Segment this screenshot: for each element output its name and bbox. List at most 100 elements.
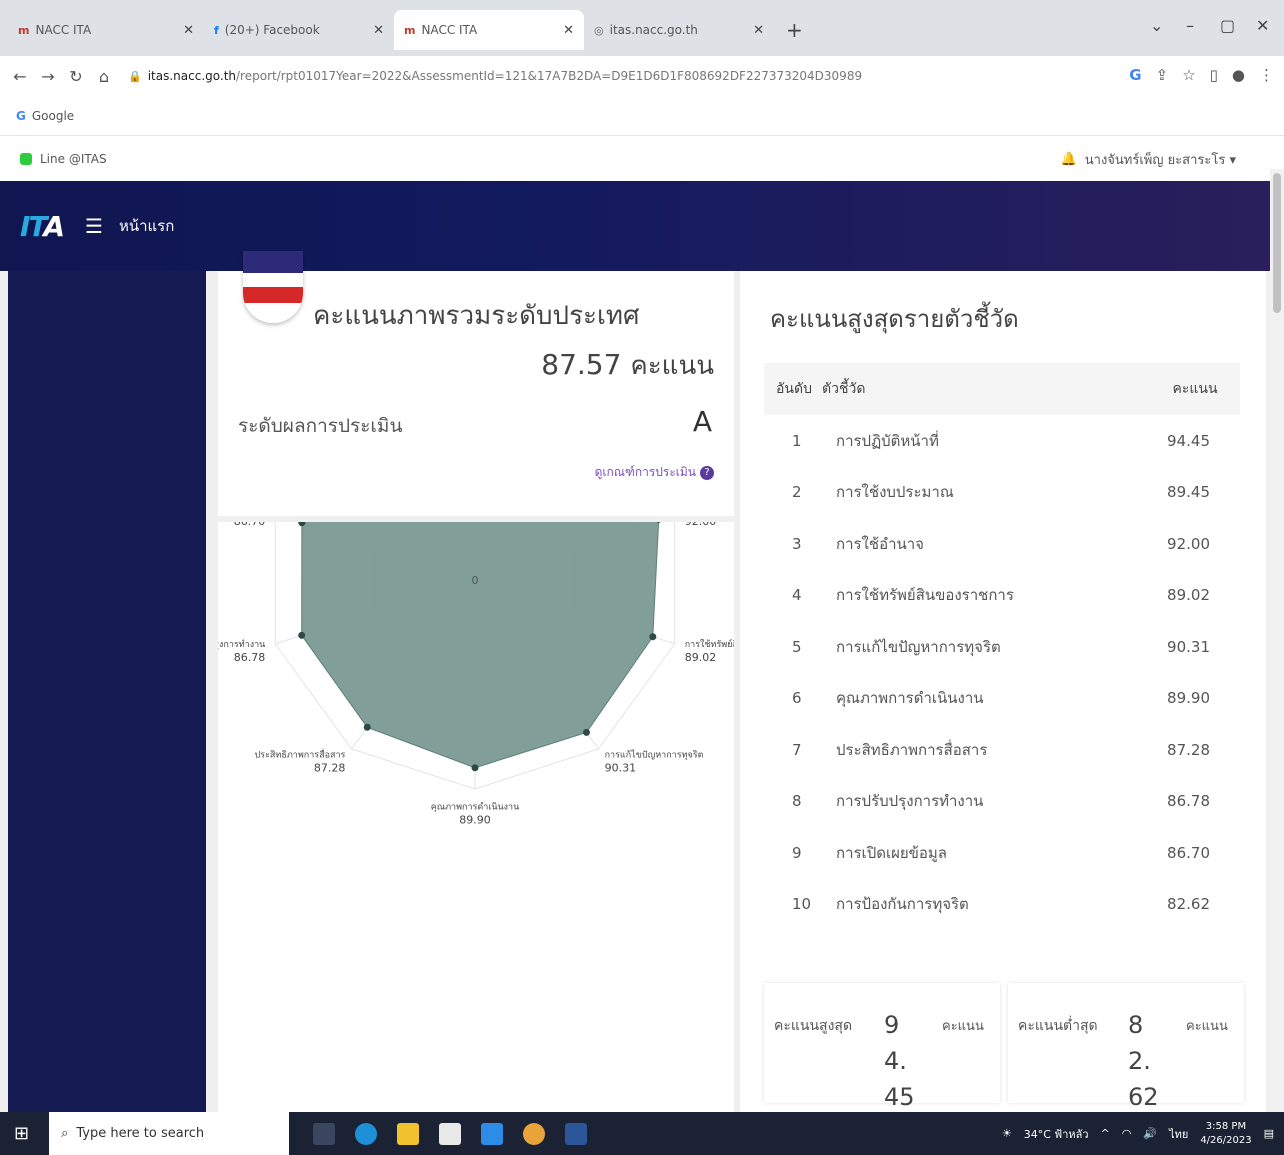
rank-cell: 7 [792, 740, 802, 759]
score-cell: 86.70 [1167, 843, 1210, 862]
help-icon: ? [700, 465, 714, 480]
close-tab-icon[interactable]: ✕ [183, 23, 194, 38]
windows-taskbar: ⊞ ⌕ Type here to search ☀ 34°C ฟ้าหลัว ^… [0, 1112, 1284, 1155]
radar-axis-value: 87.28 [314, 761, 346, 774]
close-window-button[interactable]: ✕ [1256, 16, 1269, 35]
table-row: 4 การใช้ทรัพย์สินของราชการ 89.02 [764, 570, 1240, 622]
menu-kebab-icon[interactable]: ⋮ [1259, 66, 1274, 84]
table-row: 2 การใช้งบประมาณ 89.45 [764, 467, 1240, 519]
close-tab-icon[interactable]: ✕ [373, 23, 384, 38]
line-label: Line @ITAS [40, 152, 107, 166]
radar-point[interactable] [471, 764, 479, 772]
tab-title: itas.nacc.go.th [609, 23, 698, 37]
close-tab-icon[interactable]: ✕ [563, 23, 574, 38]
tray-chevron-icon[interactable]: ^ [1101, 1127, 1110, 1140]
back-icon[interactable]: ← [12, 67, 28, 86]
hamburger-menu-icon[interactable]: ☰ [85, 214, 103, 238]
browser-tab-2[interactable]: f (20+) Facebook ✕ [204, 10, 394, 50]
mail-icon[interactable] [481, 1122, 504, 1145]
tab-search-icon[interactable]: ⌄ [1150, 16, 1163, 35]
rank-cell: 8 [792, 792, 802, 811]
sidepanel-icon[interactable]: ▯ [1210, 66, 1218, 84]
score-cell: 90.31 [1167, 637, 1210, 656]
radar-point[interactable] [649, 633, 657, 641]
new-tab-button[interactable]: + [786, 18, 803, 42]
table-row: 10 การป้องกันการทุจริต 82.62 [764, 879, 1240, 931]
min-score-label: คะแนนต่ำสุด [1018, 1018, 1098, 1034]
lock-icon: 🔒 [128, 69, 142, 83]
itas-logo[interactable]: ITA [20, 210, 65, 243]
radar-tick-label: 0 [472, 574, 479, 587]
home-icon[interactable]: ⌂ [96, 67, 112, 86]
indicator-cell: การใช้ทรัพย์สินของราชการ [836, 586, 1014, 605]
radar-axis-value: 92.00 [685, 522, 717, 528]
wifi-icon[interactable]: ◠ [1122, 1127, 1132, 1140]
score-cell: 94.45 [1167, 431, 1210, 450]
radar-point[interactable] [582, 728, 590, 736]
radar-point[interactable] [298, 631, 306, 639]
edge-icon[interactable] [355, 1122, 378, 1145]
scrollbar-thumb[interactable] [1273, 173, 1281, 313]
page-scrollbar[interactable] [1270, 169, 1284, 1112]
tab-title: (20+) Facebook [224, 23, 320, 37]
header-name: ตัวชี้วัด [822, 381, 866, 397]
browser-tab-4[interactable]: ◎ itas.nacc.go.th ✕ [584, 10, 774, 50]
bookmarks-bar: G Google [0, 96, 1284, 136]
minimize-button[interactable]: – [1186, 16, 1194, 35]
clock[interactable]: 3:58 PM 4/26/2023 [1200, 1120, 1251, 1148]
bookmark-google[interactable]: Google [32, 109, 74, 123]
url-field[interactable]: 🔒 itas.nacc.go.th /report/rpt01017Year=2… [128, 69, 862, 83]
indicator-cell: ประสิทธิภาพการสื่อสาร [836, 740, 988, 759]
profile-icon[interactable]: ● [1232, 66, 1245, 84]
rank-cell: 6 [792, 689, 802, 708]
maximize-button[interactable]: ▢ [1220, 16, 1235, 35]
reload-icon[interactable]: ↻ [68, 67, 84, 86]
table-header: อันดับ ตัวชี้วัด คะแนน [764, 363, 1240, 415]
taskbar-search[interactable]: ⌕ Type here to search [49, 1112, 290, 1155]
notification-icon[interactable]: ▤ [1264, 1127, 1274, 1140]
radar-point[interactable] [363, 723, 371, 731]
file-explorer-icon[interactable] [397, 1122, 420, 1145]
store-icon[interactable] [439, 1122, 462, 1145]
weather-text[interactable]: 34°C ฟ้าหลัว [1024, 1125, 1089, 1143]
browser-tab-3-active[interactable]: m NACC ITA ✕ [394, 10, 584, 50]
task-view-icon[interactable] [313, 1122, 336, 1145]
radar-axis-value: 86.78 [234, 651, 266, 664]
share-icon[interactable]: ⇪ [1156, 66, 1169, 84]
browser-tab-1[interactable]: m NACC ITA ✕ [8, 10, 204, 50]
criteria-link[interactable]: ดูเกณฑ์การประเมิน ? [595, 463, 714, 482]
header-score: คะแนน [1172, 381, 1218, 397]
word-icon[interactable] [565, 1122, 588, 1145]
summary-card: คะแนนภาพรวมระดับประเทศ 87.57 คะแนน ระดับ… [218, 251, 734, 516]
user-menu[interactable]: 🔔 นางจันทร์เพ็ญ ยะสาระโร ▾ [1061, 149, 1236, 170]
windows-start-icon[interactable]: ⊞ [14, 1123, 29, 1144]
lang-indicator[interactable]: ไทย [1169, 1125, 1188, 1143]
indicator-cell: การเปิดเผยข้อมูล [836, 843, 947, 862]
line-link[interactable]: Line @ITAS [20, 152, 107, 166]
address-bar: ← → ↻ ⌂ 🔒 itas.nacc.go.th /report/rpt010… [0, 56, 1284, 96]
google-icon[interactable]: G [1129, 66, 1141, 84]
chrome-icon[interactable] [523, 1122, 546, 1145]
weather-icon[interactable]: ☀ [1002, 1127, 1012, 1140]
radar-axis-label: การปรับปรุงการทำงาน [218, 639, 265, 650]
bookmark-star-icon[interactable]: ☆ [1182, 66, 1195, 84]
close-tab-icon[interactable]: ✕ [753, 23, 764, 38]
table-row: 5 การแก้ไขปัญหาการทุจริต 90.31 [764, 621, 1240, 673]
volume-icon[interactable]: 🔊 [1143, 1127, 1157, 1140]
criteria-link-label: ดูเกณฑ์การประเมิน [594, 465, 696, 479]
nav-home-link[interactable]: หน้าแรก [119, 214, 174, 238]
radar-axis-value: 89.90 [459, 814, 491, 827]
radar-series-area [301, 522, 660, 769]
radar-axis-label: การแก้ไขปัญหาการทุจริต [605, 749, 704, 760]
bell-icon[interactable]: 🔔 [1061, 152, 1077, 167]
radar-axis-label: คุณภาพการดำเนินงาน [431, 802, 520, 813]
forward-icon[interactable]: → [40, 67, 56, 86]
rank-cell: 3 [792, 534, 802, 553]
site-navbar: ITA ☰ หน้าแรก [0, 181, 1284, 271]
line-icon [20, 153, 32, 165]
url-host: itas.nacc.go.th [147, 69, 237, 83]
indicator-cell: การใช้งบประมาณ [836, 483, 954, 502]
rank-cell: 10 [792, 895, 812, 914]
radar-chart-card: 050การปฏิบัติหน้าที่94.45การใช้งบประมาณ8… [218, 522, 734, 1112]
level-label: ระดับผลการประเมิน [238, 415, 403, 437]
